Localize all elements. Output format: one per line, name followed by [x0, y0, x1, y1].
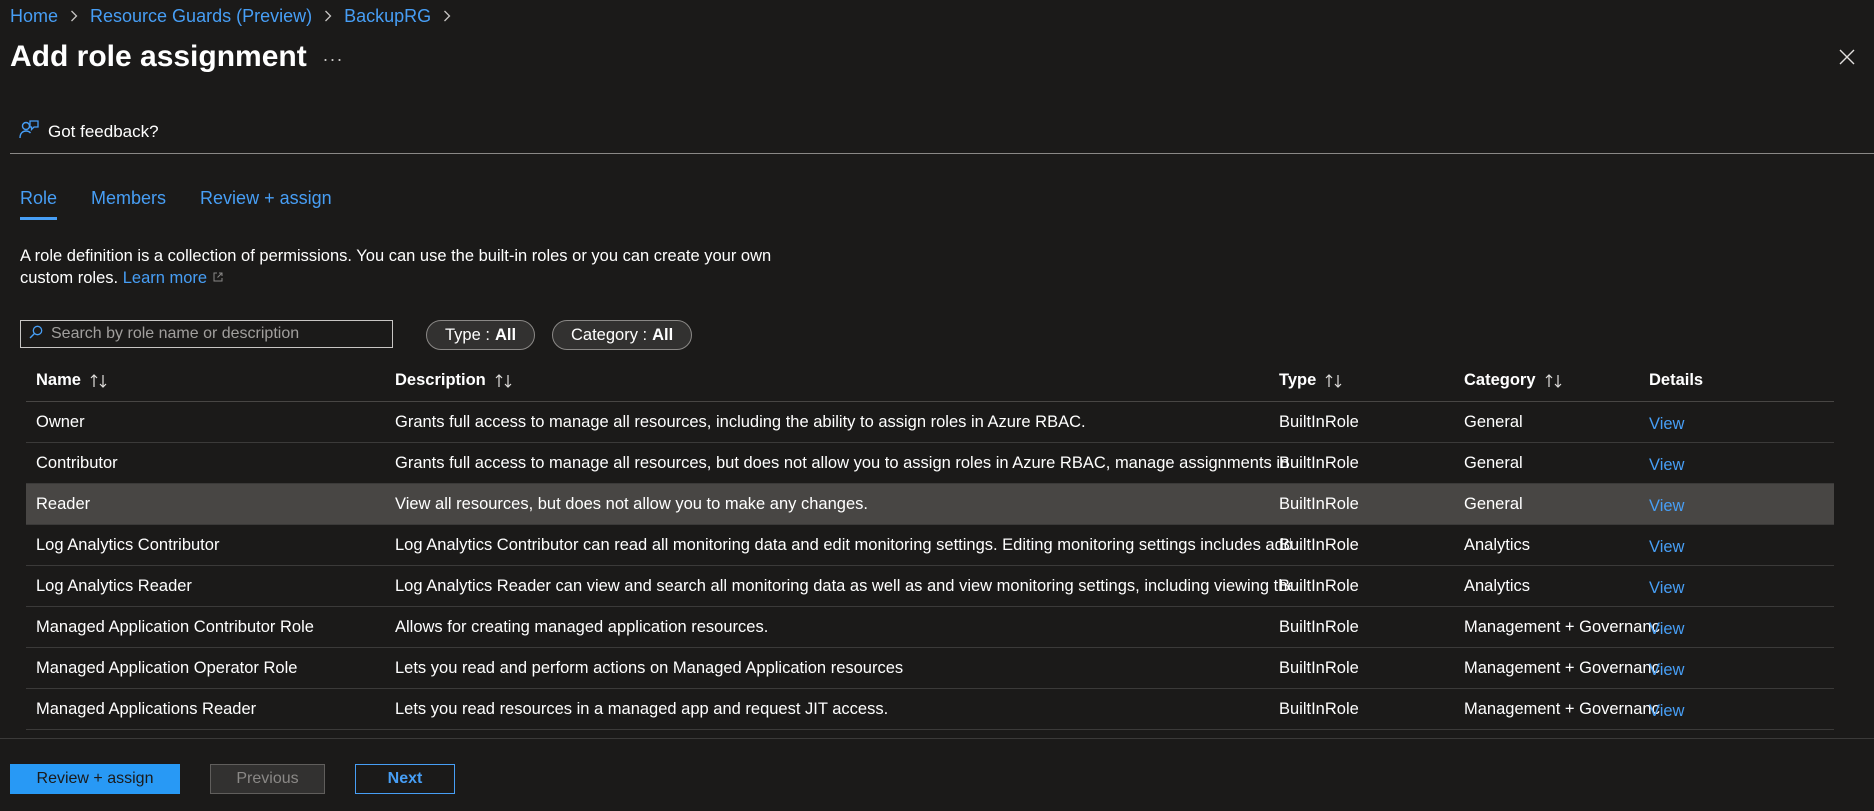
- tab-review-assign[interactable]: Review + assign: [200, 188, 332, 220]
- column-header-name[interactable]: Name: [36, 360, 386, 401]
- search-input[interactable]: [49, 324, 383, 344]
- table-row[interactable]: Owner Grants full access to manage all r…: [26, 402, 1834, 443]
- role-description: Lets you read resources in a managed app…: [395, 700, 889, 718]
- column-header-details: Details: [1649, 371, 1704, 389]
- role-description: Lets you read and perform actions on Man…: [395, 659, 904, 677]
- close-button[interactable]: [1834, 46, 1860, 72]
- role-name: Managed Application Operator Role: [36, 658, 298, 677]
- role-type: BuiltInRole: [1279, 617, 1359, 636]
- table-row-selected[interactable]: Reader View all resources, but does not …: [26, 484, 1834, 525]
- table-row-partial[interactable]: [26, 730, 1834, 738]
- column-header-type[interactable]: Type: [1279, 360, 1449, 401]
- breadcrumb-home[interactable]: Home: [10, 6, 58, 27]
- tab-role[interactable]: Role: [20, 188, 58, 220]
- role-category: Management + Governance: [1464, 659, 1660, 677]
- breadcrumb: Home Resource Guards (Preview) BackupRG: [10, 4, 463, 28]
- table-row[interactable]: Managed Application Operator Role Lets y…: [26, 648, 1834, 689]
- view-details-link[interactable]: View: [1649, 456, 1684, 475]
- view-details-link[interactable]: View: [1649, 415, 1684, 434]
- view-details-link[interactable]: View: [1649, 702, 1684, 721]
- table-row[interactable]: Log Analytics Contributor Log Analytics …: [26, 525, 1834, 566]
- role-type: BuiltInRole: [1279, 576, 1359, 595]
- role-description: Grants full access to manage all resourc…: [395, 454, 1291, 472]
- role-type: BuiltInRole: [1279, 699, 1359, 718]
- view-details-link[interactable]: View: [1649, 538, 1684, 557]
- view-details-link[interactable]: View: [1649, 579, 1684, 598]
- chevron-right-icon: [443, 10, 451, 22]
- chevron-right-icon: [324, 10, 332, 22]
- role-category: Analytics: [1464, 577, 1531, 595]
- column-header-description[interactable]: Description: [395, 360, 1291, 401]
- table-row[interactable]: Managed Application Contributor Role All…: [26, 607, 1834, 648]
- role-name: Managed Applications Reader: [36, 699, 257, 718]
- external-link-icon: [212, 269, 224, 287]
- role-name: Owner: [36, 412, 85, 431]
- column-header-category[interactable]: Category: [1464, 360, 1660, 401]
- next-button[interactable]: Next: [355, 764, 455, 794]
- table-row[interactable]: Managed Applications Reader Lets you rea…: [26, 689, 1834, 730]
- role-category: General: [1464, 495, 1523, 513]
- table-header-row: Name Description Type Category Details: [26, 360, 1834, 402]
- role-category: General: [1464, 413, 1523, 431]
- breadcrumb-resource-guards[interactable]: Resource Guards (Preview): [90, 6, 312, 27]
- role-type: BuiltInRole: [1279, 412, 1359, 431]
- category-filter-pill[interactable]: Category : All: [552, 320, 693, 350]
- role-category: Analytics: [1464, 536, 1531, 554]
- role-type: BuiltInRole: [1279, 658, 1359, 677]
- role-name: Contributor: [36, 453, 118, 472]
- role-name: Reader: [36, 494, 91, 513]
- chevron-right-icon: [70, 10, 78, 22]
- role-type: BuiltInRole: [1279, 535, 1359, 554]
- view-details-link[interactable]: View: [1649, 620, 1684, 639]
- page-title: Add role assignment: [10, 40, 307, 73]
- table-row[interactable]: Log Analytics Reader Log Analytics Reade…: [26, 566, 1834, 607]
- close-icon: [1839, 49, 1855, 70]
- role-description: Allows for creating managed application …: [395, 618, 769, 636]
- role-type: BuiltInRole: [1279, 453, 1359, 472]
- feedback-button[interactable]: Got feedback?: [18, 118, 159, 146]
- view-details-link[interactable]: View: [1649, 497, 1684, 516]
- tab-members[interactable]: Members: [91, 188, 166, 220]
- type-filter-pill[interactable]: Type : All: [426, 320, 536, 350]
- header-divider: [10, 153, 1874, 154]
- more-options-button[interactable]: ···: [322, 44, 344, 74]
- role-type: BuiltInRole: [1279, 494, 1359, 513]
- role-search-box: [20, 320, 393, 348]
- sort-icon[interactable]: [1544, 373, 1564, 389]
- role-description: View all resources, but does not allow y…: [395, 495, 868, 513]
- sort-icon[interactable]: [1324, 373, 1344, 389]
- role-description: Log Analytics Contributor can read all m…: [395, 536, 1291, 554]
- role-category: Management + Governance: [1464, 700, 1660, 718]
- role-name: Log Analytics Contributor: [36, 535, 220, 554]
- feedback-icon: [18, 119, 48, 146]
- role-description: Grants full access to manage all resourc…: [395, 413, 1086, 431]
- previous-button[interactable]: Previous: [210, 764, 325, 794]
- view-details-link[interactable]: View: [1649, 661, 1684, 680]
- role-description: Log Analytics Reader can view and search…: [395, 577, 1291, 595]
- role-category: Management + Governance: [1464, 618, 1660, 636]
- roles-table: Name Description Type Category Details O…: [26, 360, 1834, 738]
- role-description-text: A role definition is a collection of per…: [20, 245, 800, 289]
- sort-icon[interactable]: [89, 373, 109, 389]
- role-category: General: [1464, 454, 1523, 472]
- feedback-label: Got feedback?: [48, 122, 159, 141]
- table-row[interactable]: Contributor Grants full access to manage…: [26, 443, 1834, 484]
- tab-bar: Role Members Review + assign: [20, 188, 332, 220]
- role-name: Managed Application Contributor Role: [36, 617, 314, 636]
- breadcrumb-backuprg[interactable]: BackupRG: [344, 6, 431, 27]
- sort-icon[interactable]: [494, 373, 514, 389]
- footer-divider: [0, 738, 1874, 739]
- role-name: Log Analytics Reader: [36, 576, 192, 595]
- search-icon: [29, 325, 43, 344]
- learn-more-link[interactable]: Learn more: [123, 269, 224, 287]
- review-assign-button[interactable]: Review + assign: [10, 764, 180, 794]
